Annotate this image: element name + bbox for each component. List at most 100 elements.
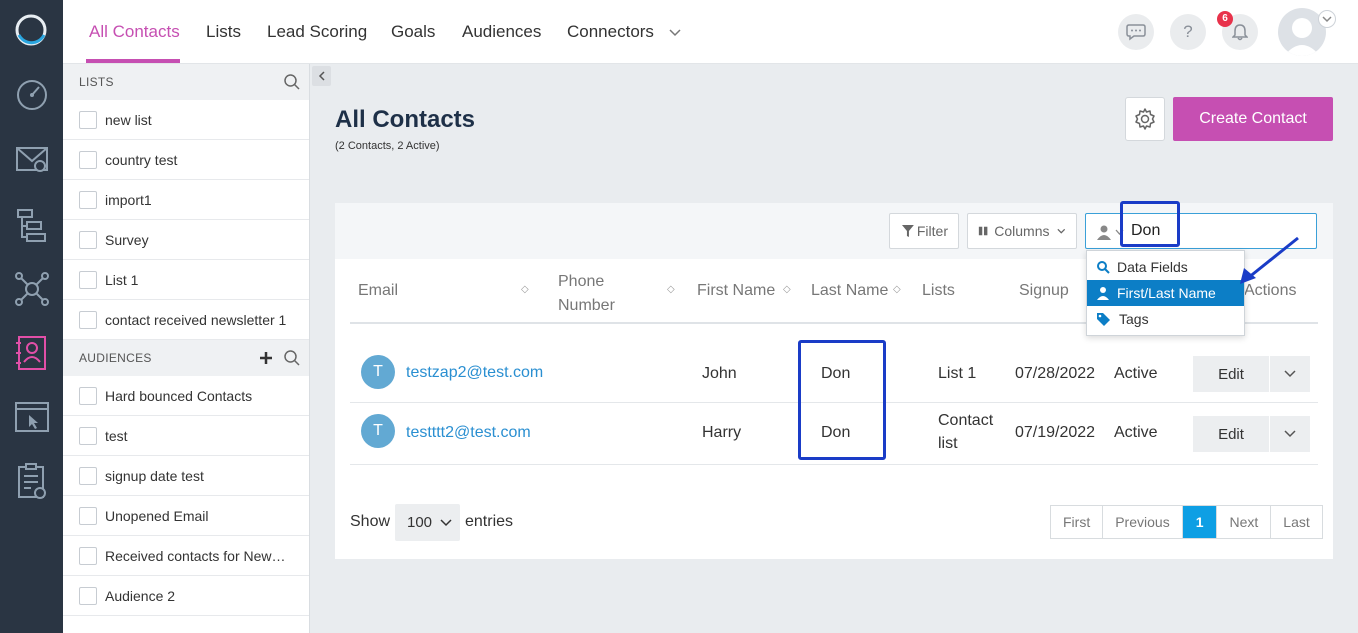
app-logo-icon[interactable]: [14, 13, 48, 47]
integrations-icon[interactable]: [13, 270, 51, 308]
search-icon: [1097, 261, 1110, 274]
tab-audiences[interactable]: Audiences: [462, 22, 541, 42]
contact-first-name: John: [702, 365, 737, 382]
search-icon[interactable]: [283, 349, 301, 367]
column-header-first-name[interactable]: First Name: [697, 282, 775, 300]
collapse-panel-button[interactable]: [312, 66, 331, 86]
list-checkbox[interactable]: [79, 150, 97, 169]
tab-connectors-label: Connectors: [567, 22, 654, 41]
dashboard-icon[interactable]: [13, 74, 51, 112]
list-item[interactable]: import1: [63, 180, 309, 220]
filter-button[interactable]: Filter: [889, 213, 959, 249]
email-campaign-icon[interactable]: [13, 140, 51, 178]
contact-avatar: T: [361, 414, 395, 448]
pager-current-page[interactable]: 1: [1182, 506, 1218, 538]
list-item-label: List 1: [105, 271, 139, 288]
app-rail: [0, 0, 63, 633]
list-item[interactable]: Survey: [63, 220, 309, 260]
landing-pages-icon[interactable]: [13, 398, 51, 436]
audience-checkbox[interactable]: [79, 466, 97, 485]
edit-button[interactable]: Edit: [1193, 356, 1270, 392]
sort-icon[interactable]: ◇: [893, 284, 901, 295]
pager-previous[interactable]: Previous: [1103, 506, 1183, 538]
audience-checkbox[interactable]: [79, 546, 97, 565]
list-item[interactable]: new list: [63, 100, 309, 140]
column-header-lists: Lists: [922, 282, 955, 299]
audience-item[interactable]: Audience 2: [63, 576, 309, 616]
tab-lead-scoring[interactable]: Lead Scoring: [267, 22, 367, 42]
bell-icon: [1232, 24, 1248, 41]
pager-last[interactable]: Last: [1271, 506, 1321, 538]
user-menu-toggle[interactable]: [1318, 10, 1336, 28]
audience-checkbox[interactable]: [79, 506, 97, 525]
actions-menu-toggle[interactable]: [1270, 416, 1310, 452]
audience-item[interactable]: test: [63, 416, 309, 456]
list-checkbox[interactable]: [79, 110, 97, 129]
sort-icon[interactable]: ◇: [521, 284, 529, 295]
last-name-highlight-box: [798, 340, 886, 460]
column-header-email[interactable]: Email: [358, 282, 398, 300]
dropdown-item-label: Tags: [1119, 311, 1149, 327]
list-checkbox[interactable]: [79, 190, 97, 209]
pagination: First Previous 1 Next Last: [1050, 505, 1323, 539]
list-checkbox[interactable]: [79, 270, 97, 289]
row-actions: Edit: [1193, 416, 1310, 452]
audience-item[interactable]: Hard bounced Contacts: [63, 376, 309, 416]
help-button[interactable]: ?: [1170, 14, 1206, 50]
tab-goals[interactable]: Goals: [391, 22, 435, 42]
tab-connectors[interactable]: Connectors: [567, 22, 681, 42]
forms-icon[interactable]: [13, 462, 51, 500]
top-navigation: All Contacts Lists Lead Scoring Goals Au…: [63, 0, 1358, 64]
workflow-icon[interactable]: [13, 206, 51, 244]
plus-icon[interactable]: [259, 349, 273, 367]
sort-icon[interactable]: ◇: [667, 284, 675, 295]
list-item[interactable]: contact received newsletter 1: [63, 300, 309, 340]
chat-icon: [1126, 24, 1146, 41]
search-mode-data-fields[interactable]: Data Fields: [1087, 254, 1244, 280]
lists-header-label: LISTS: [79, 75, 114, 89]
search-mode-tags[interactable]: Tags: [1087, 306, 1244, 332]
list-item[interactable]: country test: [63, 140, 309, 180]
list-item[interactable]: List 1: [63, 260, 309, 300]
row-actions: Edit: [1193, 356, 1310, 392]
contact-avatar: T: [361, 355, 395, 389]
tab-all-contacts[interactable]: All Contacts: [89, 22, 180, 42]
search-icon[interactable]: [283, 73, 301, 91]
edit-button[interactable]: Edit: [1193, 416, 1270, 452]
pager-first[interactable]: First: [1051, 506, 1104, 538]
search-mode-first-last-name[interactable]: First/Last Name: [1087, 280, 1244, 306]
gear-icon: [1135, 108, 1155, 130]
actions-menu-toggle[interactable]: [1270, 356, 1310, 392]
page-size-select[interactable]: 100: [395, 504, 460, 541]
contact-first-name: Harry: [702, 424, 742, 441]
chat-button[interactable]: [1118, 14, 1154, 50]
audience-item[interactable]: Received contacts for New…: [63, 536, 309, 576]
sort-icon[interactable]: ◇: [783, 284, 791, 295]
page-size-value: 100: [407, 514, 433, 531]
contacts-icon[interactable]: [13, 334, 51, 372]
audience-item[interactable]: Unopened Email: [63, 496, 309, 536]
list-checkbox[interactable]: [79, 310, 97, 329]
person-icon[interactable]: [1096, 224, 1112, 240]
settings-button[interactable]: [1125, 97, 1165, 141]
chevron-down-icon: [1284, 370, 1296, 378]
create-contact-button[interactable]: Create Contact: [1173, 97, 1333, 141]
filter-icon: [901, 225, 914, 237]
contacts-count: (2 Contacts, 2 Active): [335, 140, 440, 152]
contact-email-link[interactable]: testzap2@test.com: [406, 364, 543, 382]
help-icon: ?: [1183, 22, 1193, 41]
contact-email-link[interactable]: testttt2@test.com: [406, 424, 531, 442]
list-item-label: country test: [105, 151, 178, 168]
pager-next[interactable]: Next: [1217, 506, 1272, 538]
column-header-last-name[interactable]: Last Name: [811, 282, 888, 300]
columns-button[interactable]: Columns: [967, 213, 1077, 249]
list-checkbox[interactable]: [79, 230, 97, 249]
audience-checkbox[interactable]: [79, 586, 97, 605]
audiences-header-label: AUDIENCES: [79, 351, 152, 365]
audience-checkbox[interactable]: [79, 386, 97, 405]
audience-item[interactable]: signup date test: [63, 456, 309, 496]
tab-lists[interactable]: Lists: [206, 22, 241, 42]
column-header-phone[interactable]: Phone Number: [558, 270, 628, 318]
column-header-signup[interactable]: Signup: [1019, 282, 1069, 300]
audience-checkbox[interactable]: [79, 426, 97, 445]
